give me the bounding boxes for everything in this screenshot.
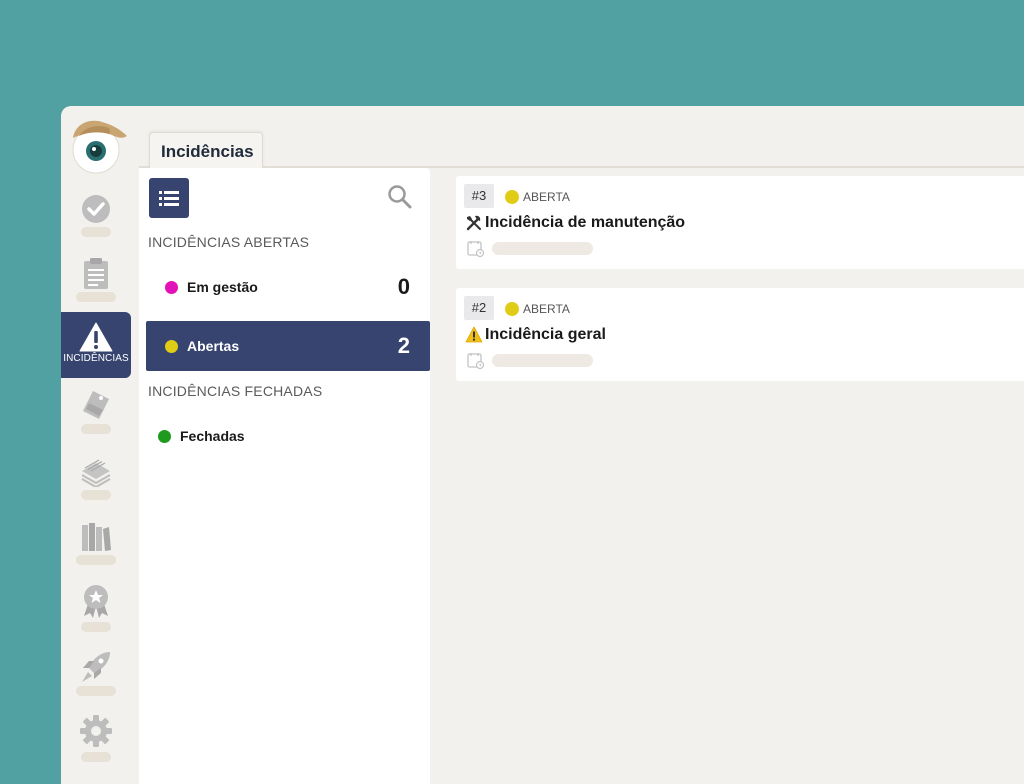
- sidebar: INCIDÊNCIAS: [61, 106, 131, 784]
- sidebar-placeholder-pill: [76, 555, 116, 565]
- sidebar-item-check[interactable]: [61, 186, 131, 250]
- sidebar-item-books[interactable]: [61, 518, 131, 582]
- category-em-gestao[interactable]: Em gestão 0: [146, 262, 430, 312]
- search-icon: [388, 185, 412, 209]
- category-fechadas[interactable]: Fechadas: [146, 411, 430, 461]
- category-count: 0: [397, 274, 410, 299]
- status-dot: [505, 302, 519, 316]
- rocket-icon: [82, 652, 110, 682]
- incident-status: ABERTA: [523, 190, 570, 204]
- category-abertas[interactable]: Abertas 2: [146, 321, 430, 371]
- documents-stack-icon: [81, 459, 111, 487]
- tab-incidencias[interactable]: Incidências: [149, 132, 263, 168]
- sidebar-placeholder-pill: [81, 490, 111, 500]
- calendar-icon: [467, 241, 484, 257]
- closed-section-title: INCIDÊNCIAS FECHADAS: [148, 383, 323, 399]
- warning-icon: [79, 322, 113, 352]
- category-panel: INCIDÊNCIAS ABERTAS Em gestão 0 Abertas …: [139, 168, 430, 784]
- category-label: Abertas: [187, 338, 240, 354]
- incident-title: Incidência geral: [485, 326, 606, 343]
- date-placeholder: [492, 354, 593, 367]
- status-dot: [158, 430, 171, 443]
- sidebar-placeholder-pill: [81, 622, 111, 632]
- sidebar-item-incidencias[interactable]: INCIDÊNCIAS: [61, 312, 131, 378]
- incident-card[interactable]: #3 ABERTA Incidência de manutenção: [456, 176, 1024, 269]
- status-dot: [505, 190, 519, 204]
- sidebar-item-award[interactable]: [61, 582, 131, 646]
- books-icon: [82, 523, 111, 551]
- sidebar-item-tag[interactable]: [61, 386, 131, 450]
- incident-title: Incidência de manutenção: [485, 214, 686, 231]
- status-dot: [165, 340, 178, 353]
- sidebar-placeholder-pill: [81, 227, 111, 237]
- category-label: Em gestão: [187, 279, 258, 295]
- clipboard-icon: [84, 258, 108, 289]
- logo-icon: [69, 116, 129, 174]
- check-circle-icon: [82, 195, 110, 223]
- tools-icon: [466, 215, 481, 231]
- list-icon: [159, 191, 179, 206]
- tag-icon: [83, 391, 109, 419]
- sidebar-placeholder-pill: [81, 752, 111, 762]
- incident-number: #2: [464, 296, 494, 320]
- category-count: 2: [397, 333, 410, 358]
- warning-icon: [465, 326, 483, 343]
- award-ribbon-icon: [84, 585, 108, 618]
- sidebar-item-clipboard[interactable]: [61, 254, 131, 318]
- screen-frame: INCIDÊNCIAS Incidências INCIDÊNCIAS ABER…: [0, 0, 1024, 784]
- incident-status: ABERTA: [523, 302, 570, 316]
- date-placeholder: [492, 242, 593, 255]
- sidebar-item-label: INCIDÊNCIAS: [63, 353, 129, 364]
- search-button[interactable]: [387, 184, 413, 210]
- incident-number: #3: [464, 184, 494, 208]
- sidebar-item-settings[interactable]: [61, 712, 131, 776]
- tab-label: Incidências: [161, 142, 254, 161]
- app-window: INCIDÊNCIAS Incidências INCIDÊNCIAS ABER…: [61, 106, 1024, 784]
- sidebar-placeholder-pill: [81, 424, 111, 434]
- category-label: Fechadas: [180, 428, 245, 444]
- status-dot: [165, 281, 178, 294]
- sidebar-placeholder-pill: [76, 686, 116, 696]
- gear-icon: [80, 715, 112, 747]
- list-view-button[interactable]: [149, 178, 189, 218]
- open-section-title: INCIDÊNCIAS ABERTAS: [148, 234, 310, 250]
- calendar-icon: [467, 353, 484, 369]
- sidebar-item-documents[interactable]: [61, 452, 131, 516]
- sidebar-item-rocket[interactable]: [61, 648, 131, 712]
- sidebar-placeholder-pill: [76, 292, 116, 302]
- incident-card[interactable]: #2 ABERTA Incidência geral: [456, 288, 1024, 381]
